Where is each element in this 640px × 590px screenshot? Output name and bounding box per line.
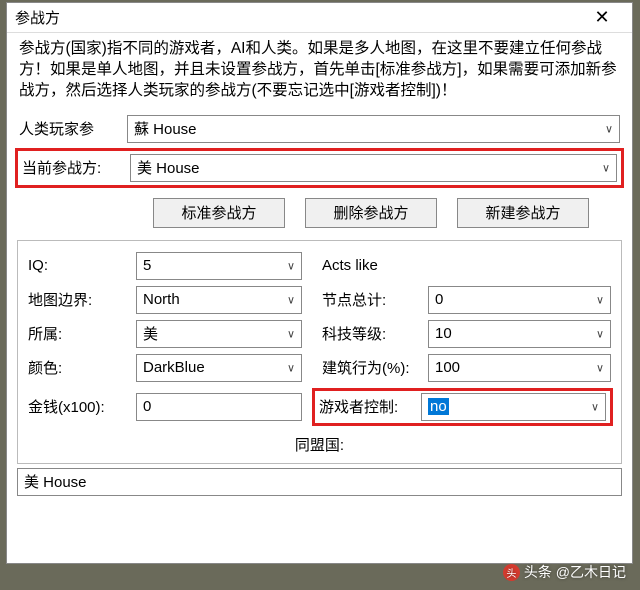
row-map-edge: 地图边界: North ∨ 节点总计: 0 ∨ [22, 283, 617, 317]
money-label: 金钱(x100): [28, 396, 136, 417]
human-player-select[interactable]: 蘇 House ∨ [127, 115, 620, 143]
chevron-down-icon: ∨ [591, 400, 599, 413]
color-label: 颜色: [28, 357, 136, 378]
tech-select[interactable]: 10 ∨ [428, 320, 611, 348]
title-bar: 参战方 ✕ [7, 3, 632, 33]
allies-label: 同盟国: [22, 429, 617, 457]
iq-select[interactable]: 5 ∨ [136, 252, 302, 280]
current-side-select[interactable]: 美 House ∨ [130, 154, 617, 182]
color-select[interactable]: DarkBlue ∨ [136, 354, 302, 382]
player-control-label: 游戏者控制: [319, 396, 421, 417]
standard-side-button[interactable]: 标准参战方 [153, 198, 285, 228]
chevron-down-icon: ∨ [596, 293, 604, 306]
row-iq: IQ: 5 ∨ Acts like [22, 249, 617, 283]
side-select[interactable]: 美 ∨ [136, 320, 302, 348]
player-control-value: no [428, 398, 449, 415]
human-player-row: 人类玩家参 蘇 House ∨ [7, 112, 632, 146]
watermark-text: 头条 @乙木日记 [524, 562, 626, 582]
watermark-icon: 头 [503, 564, 520, 581]
chevron-down-icon: ∨ [287, 361, 295, 374]
chevron-down-icon: ∨ [596, 361, 604, 374]
nodes-select[interactable]: 0 ∨ [428, 286, 611, 314]
row-side: 所属: 美 ∨ 科技等级: 10 ∨ [22, 317, 617, 351]
money-input[interactable]: 0 [136, 393, 302, 421]
delete-side-button[interactable]: 删除参战方 [305, 198, 437, 228]
map-edge-label: 地图边界: [28, 289, 136, 310]
current-side-label: 当前参战方: [22, 157, 130, 178]
row-money: 金钱(x100): 0 游戏者控制: no ∨ [22, 385, 617, 429]
tech-label: 科技等级: [322, 323, 428, 344]
bottom-row: 美 House [17, 468, 622, 496]
window-title: 参战方 [15, 7, 580, 28]
bottom-input[interactable]: 美 House [17, 468, 622, 496]
build-label: 建筑行为(%): [322, 357, 428, 378]
chevron-down-icon: ∨ [287, 293, 295, 306]
properties-frame: IQ: 5 ∨ Acts like 地图边界: North ∨ 节点总计: [17, 240, 622, 464]
iq-label: IQ: [28, 257, 136, 274]
row-color: 颜色: DarkBlue ∨ 建筑行为(%): 100 ∨ [22, 351, 617, 385]
current-side-value: 美 House [137, 157, 200, 178]
watermark: 头 头条 @乙木日记 [503, 562, 626, 582]
chevron-down-icon: ∨ [605, 122, 613, 135]
chevron-down-icon: ∨ [596, 327, 604, 340]
acts-like-label: Acts like [322, 257, 428, 274]
map-edge-select[interactable]: North ∨ [136, 286, 302, 314]
close-button[interactable]: ✕ [580, 4, 624, 32]
human-player-value: 蘇 House [134, 118, 197, 139]
dialog-window: 参战方 ✕ 参战方(国家)指不同的游戏者，AI和人类。如果是多人地图，在这里不要… [6, 2, 633, 564]
close-icon: ✕ [594, 7, 609, 28]
player-control-select[interactable]: no ∨ [421, 393, 606, 421]
chevron-down-icon: ∨ [602, 161, 610, 174]
instructions-text: 参战方(国家)指不同的游戏者，AI和人类。如果是多人地图，在这里不要建立任何参战… [7, 33, 632, 112]
chevron-down-icon: ∨ [287, 259, 295, 272]
chevron-down-icon: ∨ [287, 327, 295, 340]
current-side-row: 当前参战方: 美 House ∨ [15, 148, 624, 188]
nodes-label: 节点总计: [322, 289, 428, 310]
side-buttons-row: 标准参战方 删除参战方 新建参战方 [7, 190, 632, 238]
new-side-button[interactable]: 新建参战方 [457, 198, 589, 228]
side-label: 所属: [28, 323, 136, 344]
build-select[interactable]: 100 ∨ [428, 354, 611, 382]
human-player-label: 人类玩家参 [19, 118, 127, 139]
